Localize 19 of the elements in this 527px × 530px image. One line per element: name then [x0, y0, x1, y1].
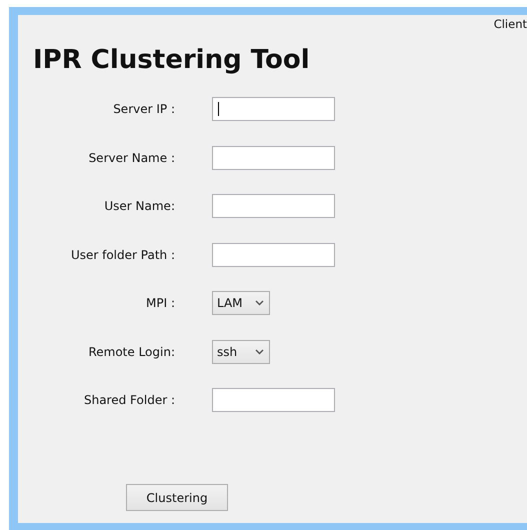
clustering-button[interactable]: Clustering [126, 484, 228, 511]
app-title: IPR Clustering Tool [33, 44, 311, 76]
corner-label: Client [494, 17, 527, 31]
field-label: Remote Login: [87, 344, 175, 358]
dropdown[interactable]: ssh [212, 340, 270, 364]
input-field[interactable] [212, 146, 335, 170]
field-label: Shared Folder : [82, 393, 175, 407]
field-label: Server Name : [88, 150, 175, 164]
chevron-icon [255, 348, 264, 354]
field-label: Server IP : [112, 102, 175, 116]
input-field[interactable] [212, 242, 335, 266]
input-field[interactable] [212, 194, 335, 218]
chevron-icon [255, 300, 264, 306]
dropdown[interactable]: LAM [212, 291, 270, 315]
field-label: User folder Path : [70, 248, 175, 262]
field-label: User Name: [103, 199, 175, 213]
input-field[interactable] [212, 388, 335, 412]
input-field[interactable] [212, 97, 335, 121]
field-label: MPI : [145, 296, 175, 310]
